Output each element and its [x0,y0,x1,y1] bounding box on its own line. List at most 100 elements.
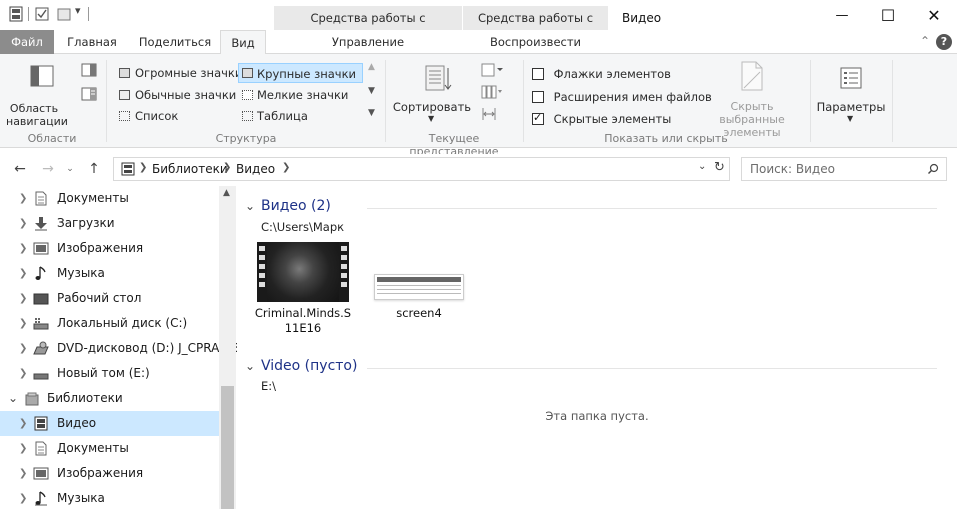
ribbon: Область навигации Области Огромные значк… [0,54,957,158]
nav-item-library-music[interactable]: ❯ Музыка [0,486,219,509]
nav-item-dvd-drive-d[interactable]: ❯ DVD-дисковод (D:) J_CPRA_X8 [0,336,241,361]
film-strip-right [339,242,349,302]
details-pane-icon[interactable] [81,87,97,101]
layout-large-icons[interactable]: Крупные значки [238,63,364,83]
item-checkboxes-checkbox[interactable] [532,68,544,80]
address-bar[interactable]: ❯ Библиотеки ❯ Видео ❯ ⌄ ↻ [113,157,730,181]
forward-button[interactable]: → [38,159,58,179]
group-label-show-hide: Показать или скрыть [604,132,728,145]
thumbnail-header [377,277,461,282]
file-list: ⌄ Видео (2) C:\Users\Марк Criminal.Minds… [237,186,957,509]
tab-view[interactable]: Вид [220,30,266,55]
layout-details[interactable]: Таблица [239,107,308,125]
hidden-items-checkbox[interactable] [532,111,544,125]
expand-chevron-icon[interactable]: ❯ [19,286,27,311]
tab-home[interactable]: Главная [62,30,122,54]
file-item[interactable]: Criminal.Minds.S 11E16 [251,240,351,340]
collapse-chevron-icon[interactable]: ⌄ [8,386,18,411]
expand-chevron-icon[interactable]: ❯ [19,486,27,509]
nav-item-library-pictures[interactable]: ❯ Изображения [0,461,219,486]
group-header-video[interactable]: ⌄ Видео (2) [245,198,945,218]
breadcrumb-libraries[interactable]: Библиотеки [152,162,228,176]
large-icons-icon [242,68,253,78]
search-box[interactable]: Поиск: Видео [741,157,947,181]
file-item[interactable]: screen4 [367,240,467,340]
music-icon [35,491,47,506]
group-by-icon[interactable] [480,62,504,78]
search-icon[interactable] [927,163,939,175]
recent-locations-icon[interactable]: ⌄ [60,159,80,179]
ribbon-separator [523,60,524,142]
scrollbar-thumb[interactable] [221,386,234,509]
nav-item-pictures[interactable]: ❯ Изображения [0,236,219,261]
small-icons-icon [242,90,253,100]
help-icon[interactable]: ? [936,34,952,50]
nav-item-local-disk-c[interactable]: ❯ Локальный диск (C:) [0,311,219,336]
options-button[interactable]: Параметры ▼ [816,60,886,130]
expand-chevron-icon[interactable]: ❯ [19,336,27,361]
nav-item-desktop[interactable]: ❯ Рабочий стол [0,286,219,311]
hide-selected-button[interactable]: Скрыть выбранные элементы [700,60,804,139]
nav-scrollbar[interactable]: ▲ [219,186,236,509]
expand-chevron-icon[interactable]: ❯ [19,436,27,461]
expand-chevron-icon[interactable]: ❯ [19,411,27,436]
drive-icon [33,373,49,380]
tab-share[interactable]: Поделиться [134,30,216,54]
group-collapse-icon[interactable]: ⌄ [245,359,255,373]
add-columns-icon[interactable] [480,84,504,100]
nav-item-music[interactable]: ❯ Музыка [0,261,219,286]
refresh-icon[interactable]: ↻ [714,160,725,175]
layout-medium-icons[interactable]: Обычные значки [117,86,236,104]
new-folder-icon[interactable] [56,6,72,22]
sort-by-button[interactable]: Сортировать ▼ [392,60,472,130]
close-button[interactable]: ✕ [911,0,957,30]
checkbox-label: Флажки элементов [553,67,671,81]
tab-file[interactable]: Файл [0,30,54,54]
nav-item-video[interactable]: ❯ Видео [0,411,219,436]
tab-manage[interactable]: Управление [274,30,462,54]
layout-scroll-up-icon[interactable]: ▲ [368,62,375,72]
properties-icon[interactable] [34,6,50,22]
layout-list[interactable]: Список [117,107,178,125]
item-checkboxes-toggle[interactable]: Флажки элементов [532,67,671,83]
qat-dropdown-icon[interactable]: ▾ [75,4,81,17]
hidden-items-toggle[interactable]: Скрытые элементы [532,111,671,128]
layout-small-icons[interactable]: Мелкие значки [239,86,348,104]
group-collapse-icon[interactable]: ⌄ [245,199,255,213]
nav-item-label: Загрузки [57,216,115,230]
layout-extra-large-icons[interactable]: Огромные значки [117,64,242,82]
nav-item-libraries[interactable]: ⌄ Библиотеки [0,386,219,411]
breadcrumb-video[interactable]: Видео [236,162,275,176]
file-extensions-checkbox[interactable] [532,91,544,103]
nav-item-library-documents[interactable]: ❯ Документы [0,436,219,461]
app-icon[interactable] [8,6,24,22]
expand-chevron-icon[interactable]: ❯ [19,261,27,286]
expand-chevron-icon[interactable]: ❯ [19,186,27,211]
preview-pane-icon[interactable] [81,63,97,77]
expand-chevron-icon[interactable]: ❯ [19,311,27,336]
nav-item-downloads[interactable]: ❯ Загрузки [0,211,219,236]
back-button[interactable]: ← [10,159,30,179]
minimize-button[interactable]: — [819,0,865,30]
size-columns-icon[interactable] [480,106,500,122]
layout-scroll-down-icon[interactable]: ▼ [368,86,375,96]
navigation-pane-button[interactable]: Область навигации [6,60,68,130]
nav-item-documents[interactable]: ❯ Документы [0,186,219,211]
expand-chevron-icon[interactable]: ❯ [19,361,27,386]
group-header-video-e[interactable]: ⌄ Video (пусто) [245,358,945,378]
expand-chevron-icon[interactable]: ❯ [19,461,27,486]
layout-expand-icon[interactable]: ▼ [368,108,375,118]
expand-chevron-icon[interactable]: ❯ [19,211,27,236]
up-button[interactable]: ↑ [84,159,104,179]
pictures-icon [33,467,49,480]
address-dropdown-icon[interactable]: ⌄ [698,161,706,172]
search-input[interactable]: Поиск: Видео [750,162,835,176]
navigation-pane: ❯ Документы ❯ Загрузки ❯ Изображения ❯ М… [0,186,241,509]
file-extensions-toggle[interactable]: Расширения имен файлов [532,90,712,106]
tab-play[interactable]: Воспроизвести [463,30,608,54]
ribbon-collapse-icon[interactable]: ⌃ [920,34,930,48]
maximize-button[interactable]: ☐ [865,0,911,30]
scroll-up-icon[interactable]: ▲ [223,188,230,198]
expand-chevron-icon[interactable]: ❯ [19,236,27,261]
nav-item-new-volume-e[interactable]: ❯ Новый том (E:) [0,361,219,386]
